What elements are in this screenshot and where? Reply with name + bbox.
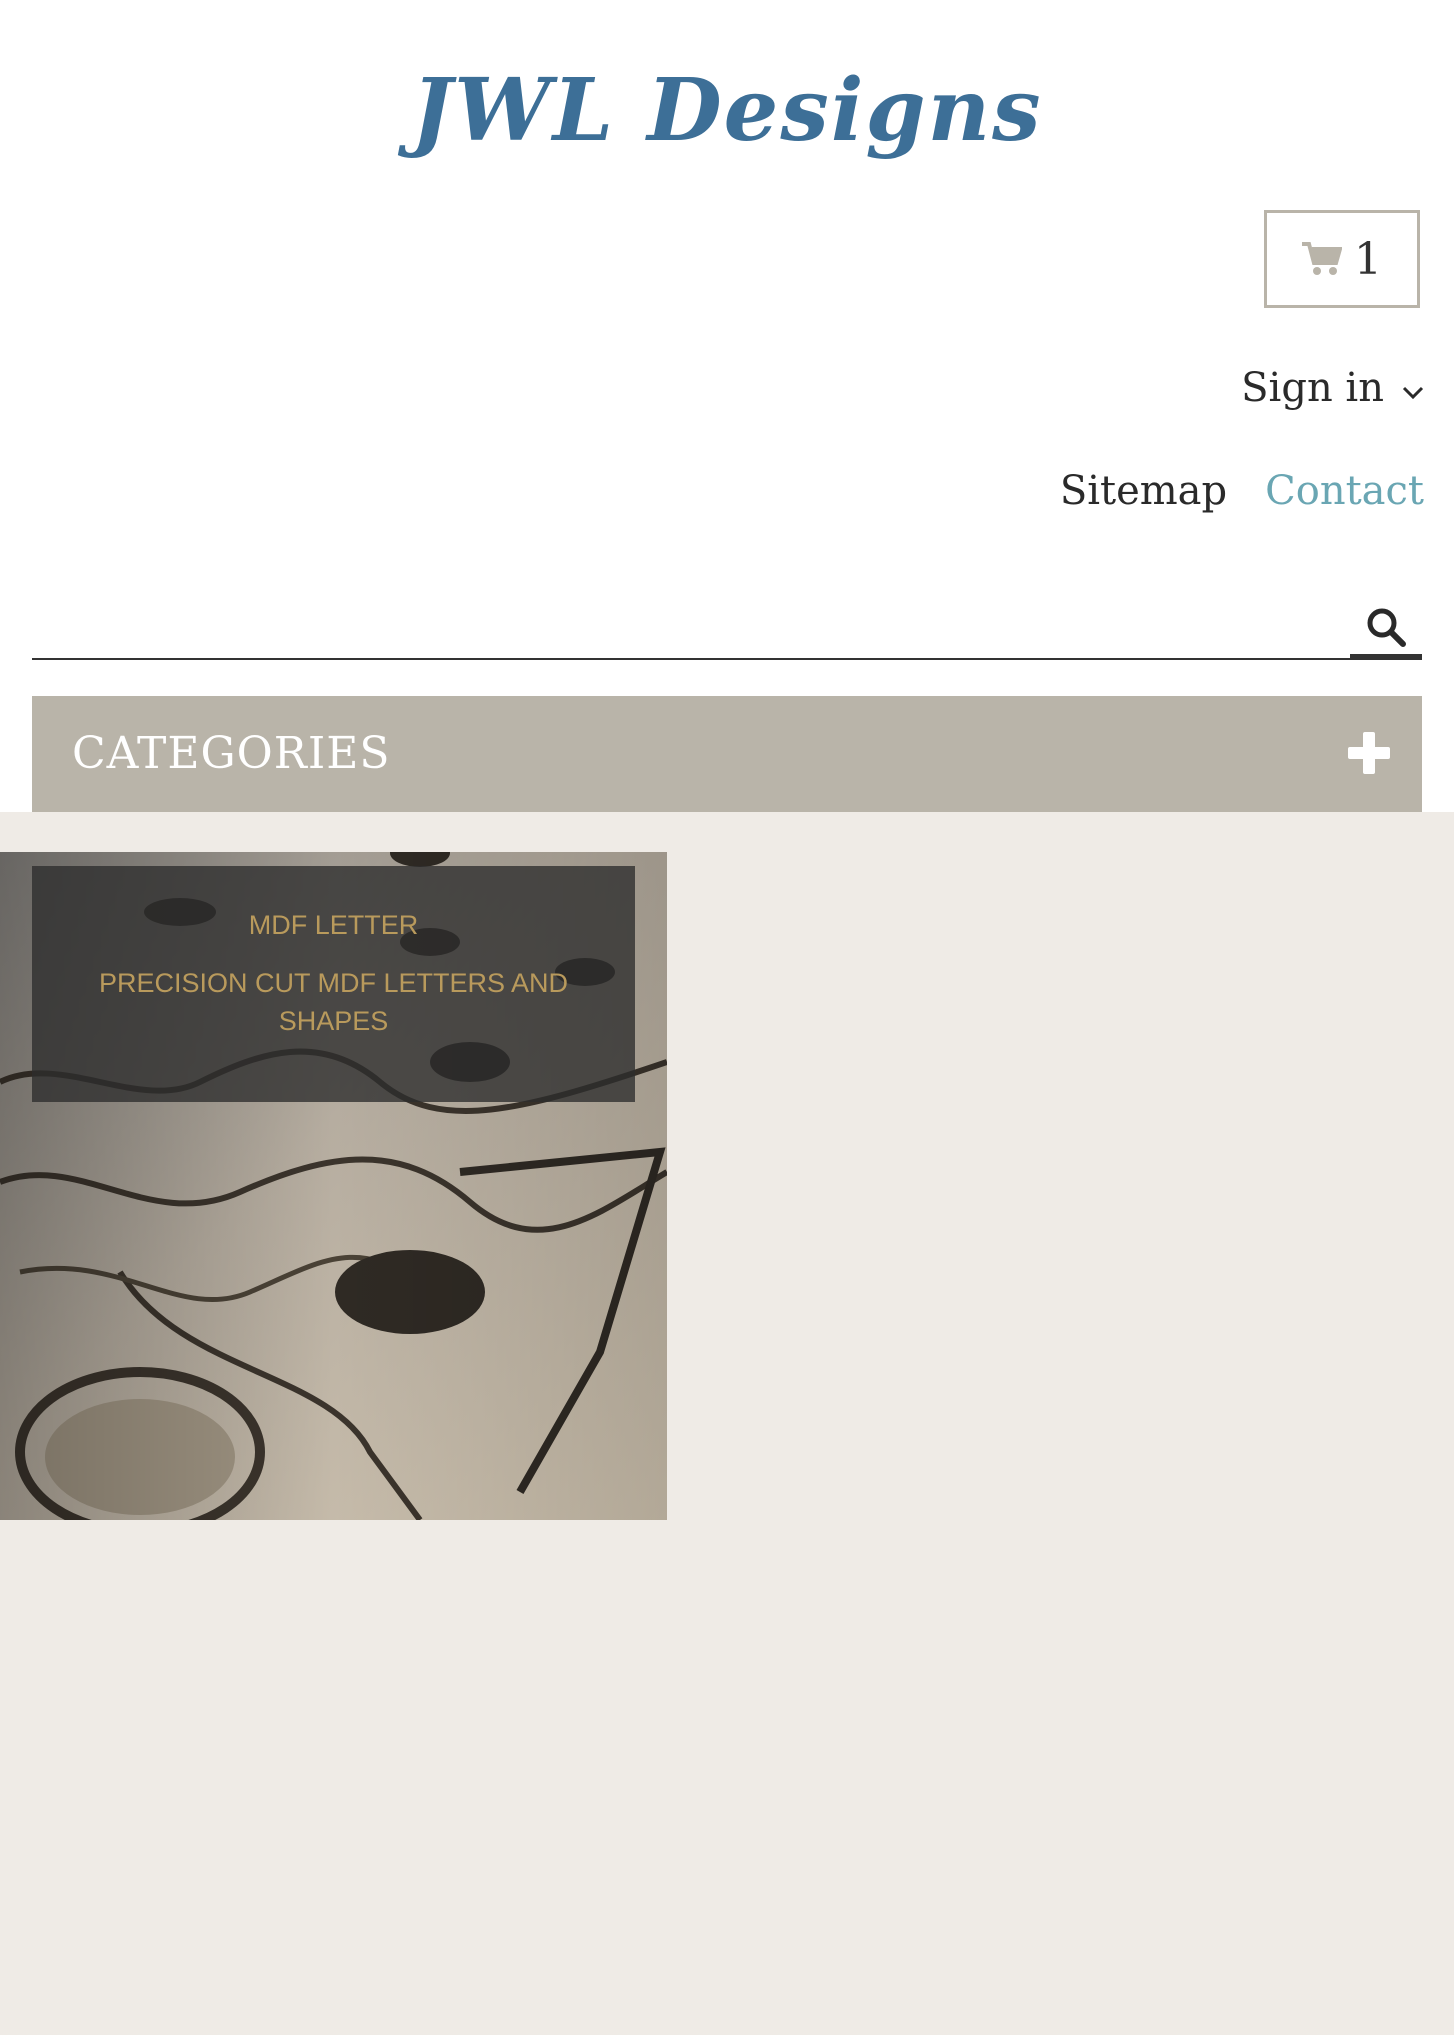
cart-count: 1 (1354, 233, 1382, 285)
search-bar (32, 600, 1422, 662)
sign-in-label: Sign in (1241, 365, 1384, 411)
site-logo[interactable]: JWL Designs (0, 60, 1454, 161)
category-tile-overlay: MDF LETTER PRECISION CUT MDF LETTERS AND… (32, 866, 635, 1102)
category-tile-subtitle: PRECISION CUT MDF LETTERS AND SHAPES (98, 968, 569, 1036)
sign-in-dropdown[interactable]: Sign in (1241, 365, 1424, 411)
cart-icon (1302, 242, 1342, 275)
category-tile-mdf-letter[interactable]: MDF LETTER PRECISION CUT MDF LETTERS AND… (0, 852, 667, 1520)
main-content: MDF LETTER PRECISION CUT MDF LETTERS AND… (0, 812, 1454, 2035)
categories-toggle[interactable]: CATEGORIES (32, 696, 1422, 812)
category-tile-title: MDF LETTER (248, 910, 419, 940)
header-links: Sitemap Contact (1060, 468, 1424, 514)
sitemap-link[interactable]: Sitemap (1060, 468, 1227, 514)
plus-icon (1348, 732, 1390, 774)
chevron-down-icon (1402, 386, 1424, 400)
cart-button[interactable]: 1 (1264, 210, 1420, 308)
search-icon (1367, 608, 1406, 647)
categories-label: CATEGORIES (72, 728, 391, 779)
search-input[interactable] (32, 600, 1352, 660)
search-button[interactable] (1350, 600, 1422, 660)
contact-link[interactable]: Contact (1265, 468, 1424, 514)
site-header: JWL Designs 1 Sign in Sitemap Contact CA… (0, 0, 1454, 812)
